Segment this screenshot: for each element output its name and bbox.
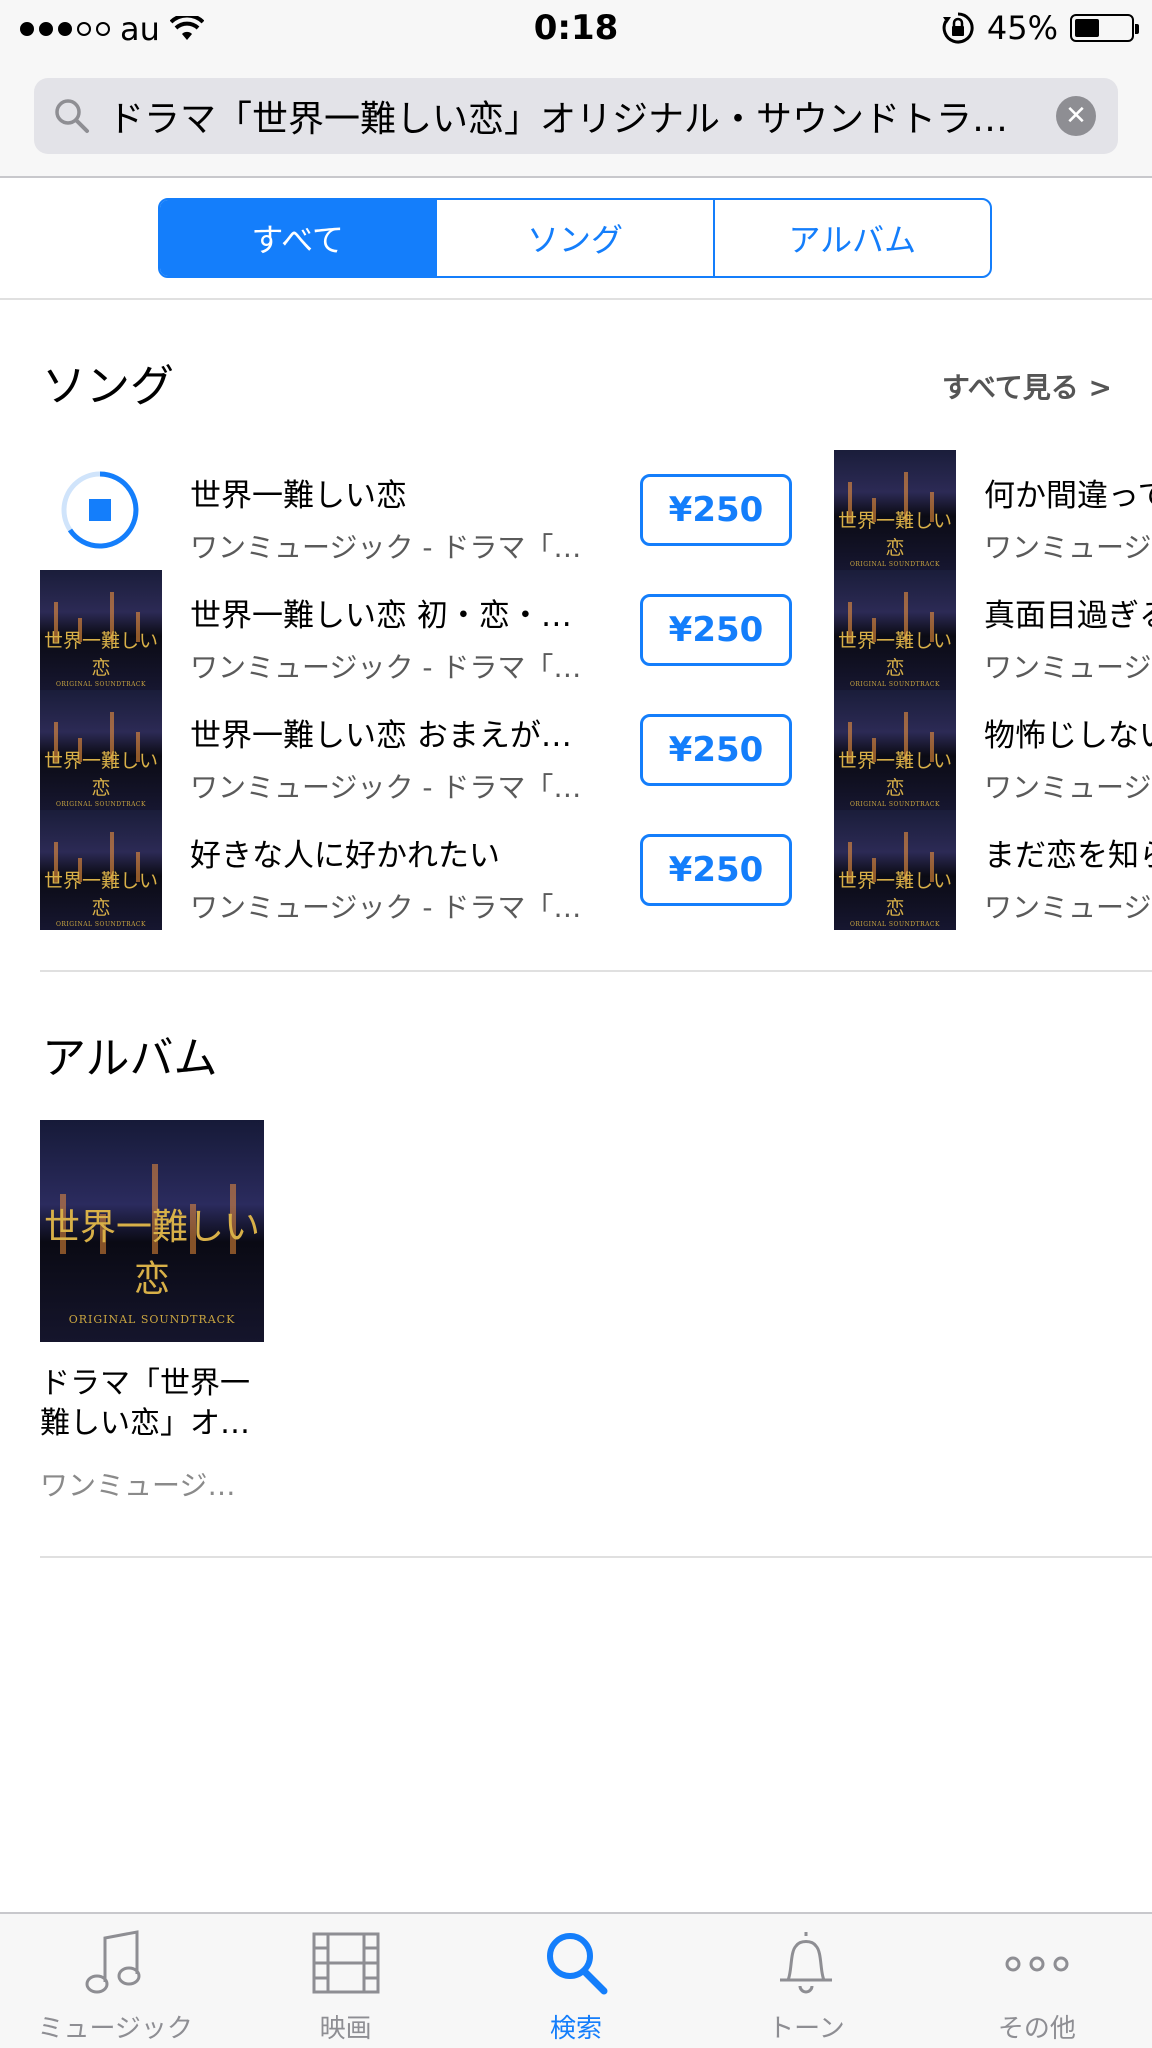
see-all-songs-link[interactable]: すべて見る >: [942, 366, 1112, 406]
tab-label: トーン: [768, 2014, 845, 2044]
song-title: 世界一難しい恋 おまえが…: [190, 718, 572, 754]
song-artist: ワンミュージック - ドラマ「…: [190, 891, 582, 924]
status-bar: au 0:18 45%: [0, 0, 1152, 58]
artwork-subtitle: ORIGINAL SOUNDTRACK: [849, 801, 941, 808]
song-title: 好きな人に好かれたい: [190, 838, 500, 874]
song-row[interactable]: 世界一難しい恋 ORIGINAL SOUNDTRACK 真面目過ぎる ワンミュー…: [834, 570, 1152, 690]
tab-tones[interactable]: トーン: [691, 1914, 921, 2048]
segment-all[interactable]: すべて: [160, 200, 436, 276]
tab-search[interactable]: 検索: [461, 1914, 691, 2048]
buy-price-button[interactable]: ¥250: [640, 594, 792, 666]
tab-label: その他: [997, 2014, 1076, 2044]
artwork-subtitle: ORIGINAL SOUNDTRACK: [849, 561, 941, 568]
tab-label: ミュージック: [37, 2014, 193, 2044]
artwork-subtitle: ORIGINAL SOUNDTRACK: [55, 681, 147, 688]
song-title: まだ恋を知ら: [984, 838, 1152, 874]
tab-music[interactable]: ミュージック: [0, 1914, 230, 2048]
song-row[interactable]: 世界一難しい恋 ワンミュージック - ドラマ「… ¥250: [40, 450, 820, 570]
songs-carousel[interactable]: 世界一難しい恋 ワンミュージック - ドラマ「… ¥250 世界一難しい恋 OR…: [0, 440, 1152, 940]
tab-bar: ミュージック 映画 検索 トーン その他: [0, 1912, 1152, 2048]
song-row[interactable]: 世界一難しい恋 ORIGINAL SOUNDTRACK 物怖じしない ワンミュー…: [834, 690, 1152, 810]
search-field[interactable]: ドラマ「世界一難しい恋」オリジナル・サウンドトラ… ✕: [34, 78, 1118, 154]
artwork-title: 世界一難しい恋: [837, 870, 952, 919]
buy-price-button[interactable]: ¥250: [640, 474, 792, 546]
album-title[interactable]: ドラマ「世界一難しい恋」オ…: [40, 1364, 270, 1444]
divider: [0, 298, 1152, 300]
song-artist: ワンミュージ: [984, 651, 1152, 684]
music-note-icon: [85, 1930, 141, 1994]
tab-movies[interactable]: 映画: [230, 1914, 460, 2048]
scope-segmented-control: すべて ソング アルバム: [158, 198, 992, 278]
battery-percent: 45%: [986, 9, 1058, 47]
album-artwork-subtitle: ORIGINAL SOUNDTRACK: [68, 1313, 236, 1326]
song-artist: ワンミュージック - ドラマ「…: [190, 771, 582, 804]
song-row[interactable]: 世界一難しい恋 ORIGINAL SOUNDTRACK 好きな人に好かれたい ワ…: [40, 810, 820, 930]
film-icon: [312, 1932, 380, 1994]
clear-search-button[interactable]: ✕: [1056, 96, 1096, 136]
song-artist: ワンミュージック - ドラマ「…: [190, 531, 582, 564]
song-title: 真面目過ぎる: [984, 598, 1152, 634]
artwork-title: 世界一難しい恋: [43, 630, 158, 679]
songs-section-title: ソング: [42, 361, 174, 412]
artwork-subtitle: ORIGINAL SOUNDTRACK: [55, 801, 147, 808]
artwork-title: 世界一難しい恋: [837, 630, 952, 679]
artwork-title: 世界一難しい恋: [837, 510, 952, 559]
buy-price-button[interactable]: ¥250: [640, 714, 792, 786]
album-artwork[interactable]: 世界一難しい恋 ORIGINAL SOUNDTRACK: [40, 1120, 264, 1342]
chevron-right-icon: >: [1088, 371, 1112, 404]
song-title: 何か間違って: [984, 478, 1152, 514]
artwork-title: 世界一難しい恋: [43, 870, 158, 919]
song-artist: ワンミュージ: [984, 531, 1152, 564]
song-artwork: 世界一難しい恋 ORIGINAL SOUNDTRACK: [40, 570, 162, 690]
buy-price-button[interactable]: ¥250: [640, 834, 792, 906]
search-icon: [547, 1933, 608, 1995]
search-query-text[interactable]: ドラマ「世界一難しい恋」オリジナル・サウンドトラ…: [92, 90, 1056, 142]
album-artwork-title: 世界一難しい恋: [43, 1207, 260, 1300]
divider: [40, 970, 1152, 972]
song-row[interactable]: 世界一難しい恋 ORIGINAL SOUNDTRACK 何か間違って ワンミュー…: [834, 450, 1152, 570]
song-artist: ワンミュージ: [984, 891, 1152, 924]
song-artwork: 世界一難しい恋 ORIGINAL SOUNDTRACK: [834, 810, 956, 930]
tab-label: 映画: [319, 2014, 372, 2044]
song-row[interactable]: 世界一難しい恋 ORIGINAL SOUNDTRACK まだ恋を知ら ワンミュー…: [834, 810, 1152, 930]
artwork-subtitle: ORIGINAL SOUNDTRACK: [849, 681, 941, 688]
search-bar: ドラマ「世界一難しい恋」オリジナル・サウンドトラ… ✕: [0, 58, 1152, 178]
tab-more[interactable]: その他: [922, 1914, 1152, 2048]
orientation-lock-icon: [942, 12, 974, 44]
battery-icon: [1070, 14, 1139, 42]
song-artist: ワンミュージック - ドラマ「…: [190, 651, 582, 684]
segment-albums[interactable]: アルバム: [712, 200, 990, 276]
song-row[interactable]: 世界一難しい恋 ORIGINAL SOUNDTRACK 世界一難しい恋 初・恋・…: [40, 570, 820, 690]
artwork-subtitle: ORIGINAL SOUNDTRACK: [849, 921, 941, 928]
song-artwork: 世界一難しい恋 ORIGINAL SOUNDTRACK: [40, 690, 162, 810]
search-icon: [55, 99, 89, 133]
artwork-subtitle: ORIGINAL SOUNDTRACK: [55, 921, 147, 928]
albums-section-title: アルバム: [42, 1033, 218, 1084]
tab-label: 検索: [550, 2014, 603, 2044]
divider: [40, 1556, 1152, 1558]
song-artwork: 世界一難しい恋 ORIGINAL SOUNDTRACK: [834, 690, 956, 810]
close-icon: ✕: [1065, 101, 1087, 131]
artwork-title: 世界一難しい恋: [837, 750, 952, 799]
song-title: 物怖じしない: [984, 718, 1152, 754]
see-all-label: すべて見る: [941, 371, 1079, 404]
song-artwork: 世界一難しい恋 ORIGINAL SOUNDTRACK: [834, 450, 956, 570]
song-artwork: 世界一難しい恋 ORIGINAL SOUNDTRACK: [834, 570, 956, 690]
bell-icon: [780, 1932, 833, 1994]
album-artist: ワンミュージ…: [40, 1469, 236, 1502]
status-right: 45%: [941, 9, 1139, 47]
song-artwork: 世界一難しい恋 ORIGINAL SOUNDTRACK: [40, 810, 162, 930]
song-artist: ワンミュージ: [984, 771, 1152, 804]
more-icon: [1005, 1956, 1069, 1972]
song-title: 世界一難しい恋: [190, 478, 407, 514]
download-progress-icon[interactable]: [60, 470, 140, 550]
song-row[interactable]: 世界一難しい恋 ORIGINAL SOUNDTRACK 世界一難しい恋 おまえが…: [40, 690, 820, 810]
song-title: 世界一難しい恋 初・恋・…: [190, 598, 572, 634]
segment-songs[interactable]: ソング: [435, 200, 712, 276]
artwork-title: 世界一難しい恋: [43, 750, 158, 799]
